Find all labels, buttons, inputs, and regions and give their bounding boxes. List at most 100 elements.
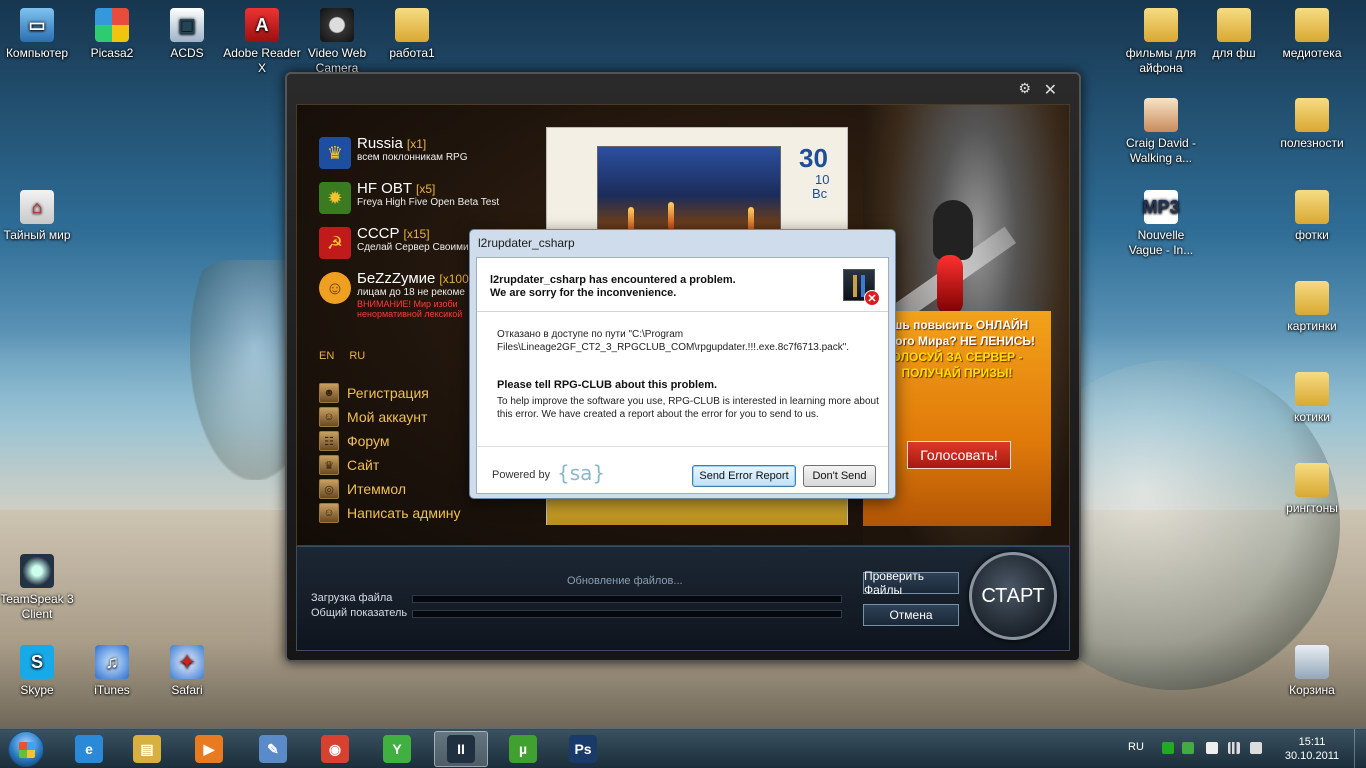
server-name: БеZzZумие [357,270,436,287]
tray-app-icon[interactable] [1182,742,1194,754]
desktop-icon-acds[interactable]: ▣ ACDS [147,8,227,61]
launcher-titlebar[interactable]: ⚙ ✕ [287,74,1079,104]
server-item-bezumie[interactable]: ☺ БеZzZумие [x100 лицам до 18 не рекоме В… [319,270,479,319]
windows-logo-icon [19,742,35,758]
site-icon: ♛ [319,455,339,475]
server-warning: ВНИМАНИЕ! Мир изоби [357,299,458,309]
acdsee-icon: ▣ [170,8,204,42]
taskbar-item-chrome[interactable]: ◉ [308,731,362,767]
desktop-icon-ringtony[interactable]: рингтоны [1272,463,1352,516]
cancel-button[interactable]: Отмена [863,604,959,626]
clock[interactable]: 15:11 30.10.2011 [1282,735,1342,763]
system-tray: RU 15:11 30.10.2011 [1120,729,1366,768]
volume-icon[interactable] [1250,742,1262,754]
hammer-sickle-icon: ☭ [319,227,351,259]
check-files-button[interactable]: Проверить Файлы [863,569,959,597]
tray-flag-icon[interactable] [1162,742,1174,754]
dialog-footer: Powered by {sa} Send Error Report Don't … [477,446,888,494]
server-rate: [x15] [403,227,430,241]
desktop-icon-adobe-reader[interactable]: A Adobe Reader X [222,8,302,76]
taskbar-item-internet-explorer[interactable]: e [62,731,116,767]
folder-icon [1144,8,1178,42]
russia-emblem-icon: ♛ [319,137,351,169]
news-month: 10 [815,172,830,187]
language-indicator[interactable]: RU [1128,741,1144,753]
taskbar-item-photoshop[interactable]: Ps [556,731,610,767]
server-desc: лицам до 18 не рекоме [357,287,465,298]
server-desc: Freya High Five Open Beta Test [357,197,500,208]
desktop-icon-craig-david[interactable]: Craig David - Walking a... [1121,98,1201,166]
news-weekday: Вс [812,186,828,201]
desktop-icon-nouvelle-vague[interactable]: MP3 Nouvelle Vague - In... [1121,190,1201,258]
folder-icon [1217,8,1251,42]
taskbar-item-lineage-launcher[interactable]: II [434,731,488,767]
desktop-icon-computer[interactable]: ▭ Компьютер [0,8,77,61]
start-button[interactable]: СТАРТ [969,552,1057,640]
dialog-header: l2rupdater_csharp has encountered a prob… [477,258,888,312]
desktop-icon-dlya-fsh[interactable]: для фш [1194,8,1274,61]
lang-en[interactable]: EN [319,350,334,362]
admin-icon: ☺ [319,503,339,523]
dialog-body: l2rupdater_csharp has encountered a prob… [476,257,889,494]
server-name: HF OBT [357,180,412,197]
chrome-icon: ◉ [321,735,349,763]
pagoda-icon: ⌂ [20,190,54,224]
desktop-icon-teamspeak[interactable]: TeamSpeak 3 Client [0,554,77,622]
tell-text: To help improve the software you use, RP… [497,396,879,420]
network-signal-icon[interactable] [1228,742,1240,754]
settings-icon[interactable]: ⚙ [1018,80,1031,97]
clock-time: 15:11 [1298,736,1326,748]
server-item-russia[interactable]: ♛ Russia [x1] всем поклонникам RPG [319,135,479,175]
desktop-icon-recycle-bin[interactable]: Корзина [1272,645,1352,698]
folder-icon: ▤ [133,735,161,763]
taskbar-item-explorer[interactable]: ▤ [120,731,174,767]
taskbar-item-drink-app[interactable]: Y [370,731,424,767]
sa-logo: {sa} [557,461,606,485]
mp3-file-icon: MP3 [1143,190,1180,224]
dont-send-button[interactable]: Don't Send [803,465,876,487]
vote-button[interactable]: Голосовать! [907,441,1011,469]
desktop-icon-itunes[interactable]: ♫ iTunes [72,645,152,698]
desktop-icon-picasa[interactable]: Picasa2 [72,8,152,61]
taskbar-item-media-player[interactable]: ▶ [182,731,236,767]
smiley-icon: ☺ [319,272,351,304]
desktop-icon-tainy-mir[interactable]: ⌂ Тайный мир [0,190,77,243]
album-art-icon [1144,98,1178,132]
desktop-icon-mediateka[interactable]: медиотека [1272,8,1352,61]
desktop-icon-skype[interactable]: S Skype [0,645,77,698]
close-icon[interactable]: ✕ [1044,80,1057,100]
folder-icon [1295,463,1329,497]
server-item-hf-obt[interactable]: ✹ HF OBT [x5] Freya High Five Open Beta T… [319,180,499,220]
photoshop-icon: Ps [569,735,597,763]
desktop-icon-rabota1[interactable]: работа1 [372,8,452,61]
taskbar-item-utorrent[interactable]: µ [496,731,550,767]
send-error-report-button[interactable]: Send Error Report [692,465,796,487]
coins-icon: ◎ [319,479,339,499]
menu-item-write-admin[interactable]: ☺ Написать админу [319,502,519,524]
total-progress-bar [412,610,842,618]
tell-heading: Please tell RPG-CLUB about this problem. [497,379,718,391]
dialog-title: l2rupdater_csharp [478,236,575,250]
desktop-icon-fotki[interactable]: фотки [1272,190,1352,243]
desktop-icon-poleznosti[interactable]: полезности [1272,98,1352,151]
taskbar-item-paint-tool[interactable]: ✎ [246,731,300,767]
computer-icon: ▭ [20,8,54,42]
folder-icon [1295,372,1329,406]
start-menu-button[interactable] [8,731,44,767]
server-item-sssr[interactable]: ☭ СССР [x15] Сделай Сервер Своими [319,225,479,265]
removable-device-icon[interactable] [1206,742,1218,754]
desktop-icon-kotiki[interactable]: котики [1272,372,1352,425]
media-player-icon: ▶ [195,735,223,763]
lineage-icon: II [447,735,475,763]
server-desc: всем поклонникам RPG [357,152,468,163]
show-desktop-button[interactable] [1354,729,1366,768]
desktop-icon-safari[interactable]: ✦ Safari [147,645,227,698]
lang-ru[interactable]: RU [349,350,365,362]
file-progress-label: Загрузка файла [311,592,393,604]
desktop-icon-kartinki[interactable]: картинки [1272,281,1352,334]
desktop-icon-filmy[interactable]: фильмы для айфона [1121,8,1201,76]
recycle-bin-icon [1295,645,1329,679]
teamspeak-icon [20,554,54,588]
desktop-icon-video-web-camera[interactable]: Video Web Camera [297,8,377,76]
dialog-heading: l2rupdater_csharp has encountered a prob… [490,274,736,286]
